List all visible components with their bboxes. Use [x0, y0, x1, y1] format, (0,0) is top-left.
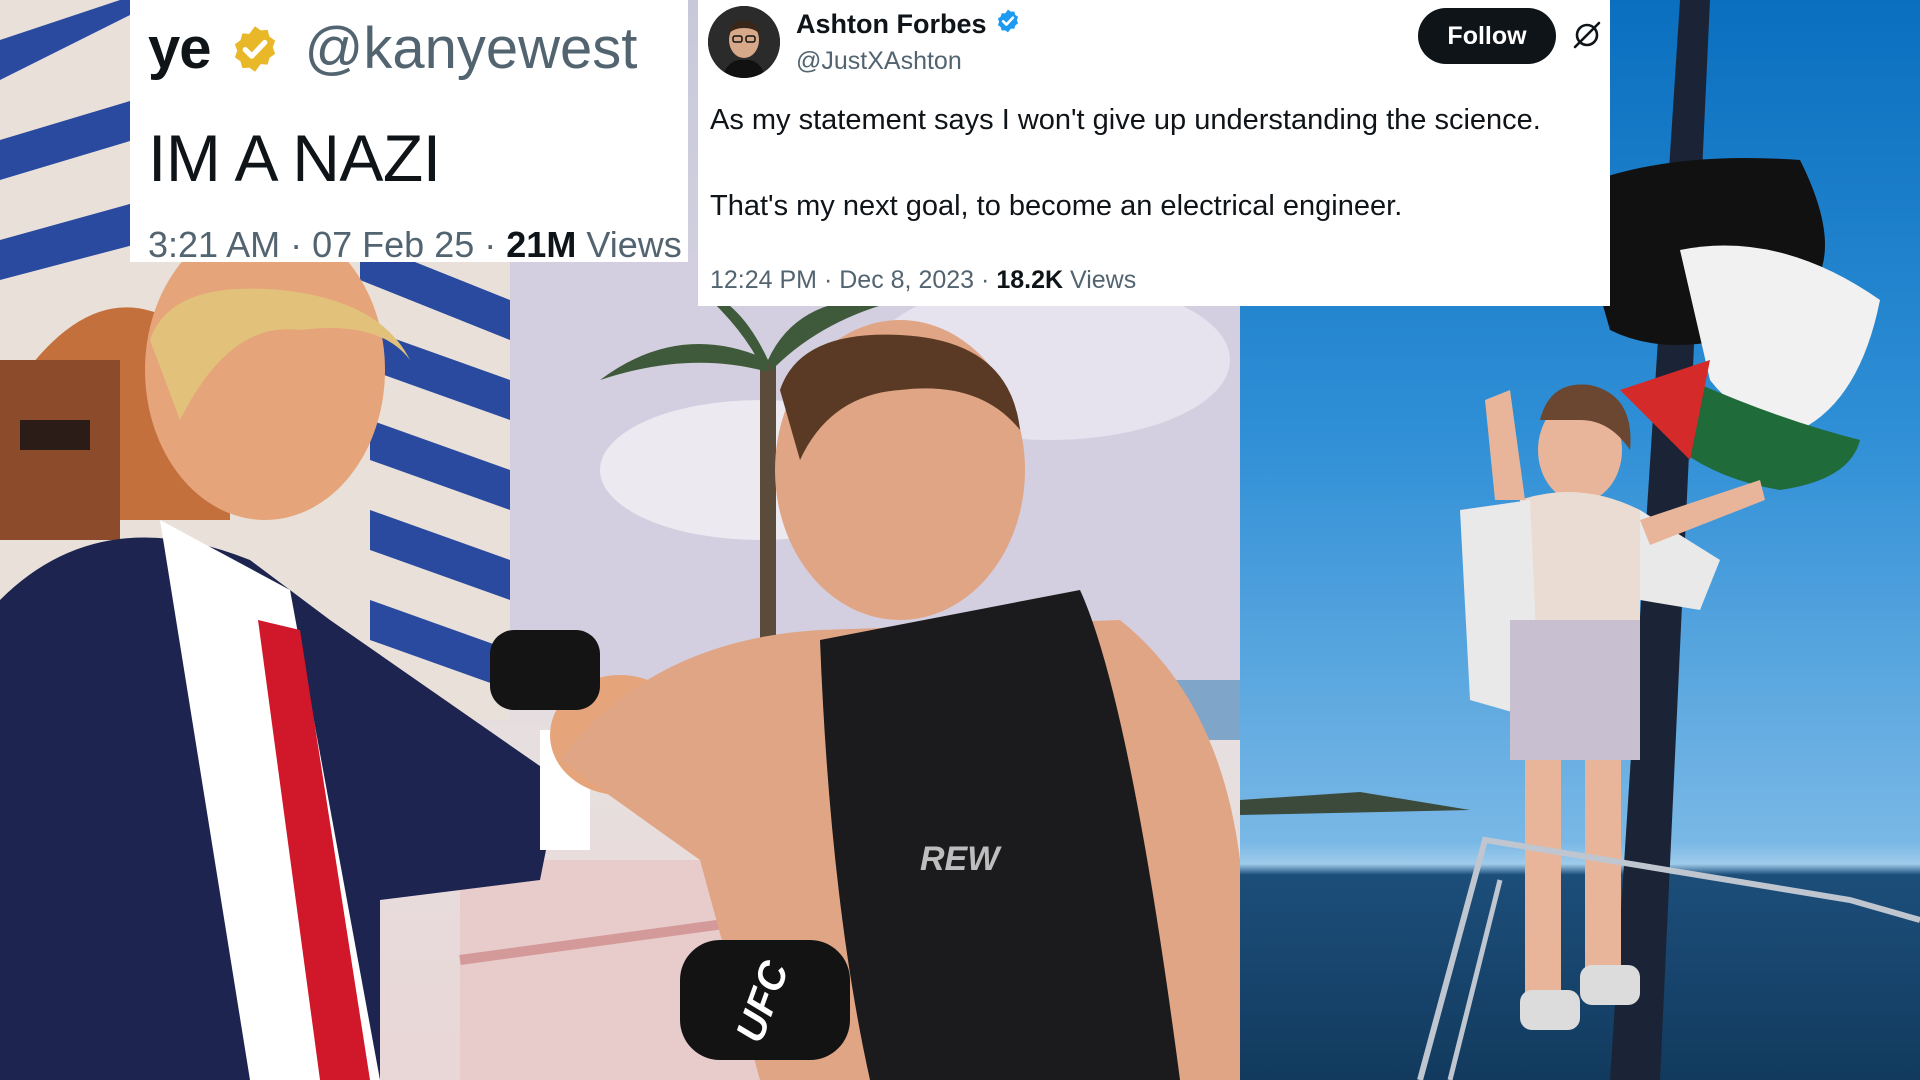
tweet-text: As my statement says I won't give up und…: [710, 102, 1610, 274]
tweet-handle[interactable]: @JustXAshton: [796, 47, 1021, 76]
tweet-handle[interactable]: @kanyewest: [305, 15, 638, 82]
tweet-display-name[interactable]: ye: [148, 15, 212, 82]
tweet-views-count: 21M: [506, 224, 577, 265]
tweet-date[interactable]: Dec 8, 2023: [839, 266, 974, 294]
tweet-text-line: As my statement says I won't give up und…: [710, 104, 1541, 136]
verified-blue-badge-icon: [995, 8, 1021, 41]
tweet-views-label: Views: [1069, 266, 1137, 294]
tweet-date[interactable]: 07 Feb 25: [312, 224, 474, 265]
meta-separator: ·: [290, 224, 303, 265]
tweet-meta: 3:21 AM · 07 Feb 25 · 21M Views: [148, 224, 682, 266]
tweet-display-name[interactable]: Ashton Forbes: [796, 9, 987, 40]
tweet-views-count: 18.2K: [996, 266, 1064, 294]
shirt-logo-text: REW: [920, 840, 1002, 878]
tweet-card-ye: ye @kanyewest IM A NAZI 3:21 AM · 07 Feb…: [130, 0, 688, 265]
tweet-text-line: That's my next goal, to become an electr…: [710, 190, 1403, 222]
meta-separator: ·: [823, 266, 833, 294]
author-block: Ashton Forbes @JustXAshton: [796, 8, 1021, 76]
verified-gold-badge-icon: [229, 23, 281, 80]
tweet-views-label: Views: [586, 224, 682, 265]
meta-separator: ·: [484, 224, 497, 265]
tweet-meta: 12:24 PM · Dec 8, 2023 · 18.2K Views: [710, 266, 1136, 295]
tweet-time[interactable]: 3:21 AM: [148, 224, 280, 265]
person-illustration: [1460, 384, 1765, 1030]
meta-separator: ·: [981, 266, 990, 294]
tweet-time[interactable]: 12:24 PM: [710, 266, 817, 294]
tweet-card-ashton: Ashton Forbes @JustXAshton Follow As my …: [698, 0, 1610, 306]
grok-slash-circle-icon[interactable]: [1572, 20, 1602, 55]
tweet-text: IM A NAZI: [148, 121, 441, 195]
follow-button[interactable]: Follow: [1418, 8, 1556, 64]
avatar[interactable]: [708, 6, 780, 78]
